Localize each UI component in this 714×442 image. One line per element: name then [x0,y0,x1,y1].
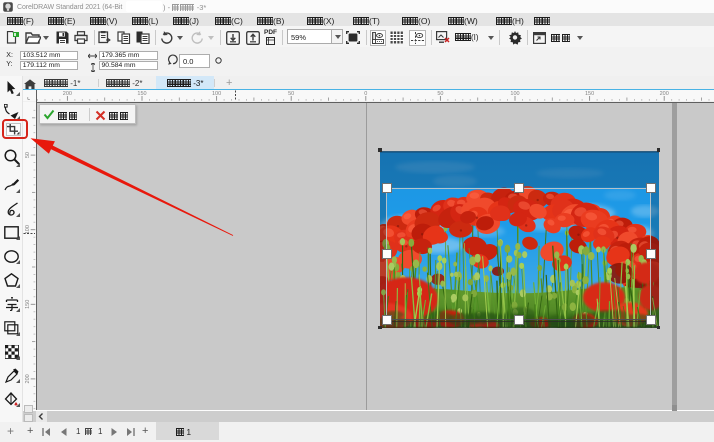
svg-text:200: 200 [660,91,669,97]
svg-text:50: 50 [25,152,31,158]
svg-text:150: 150 [585,91,594,97]
svg-text:100: 100 [25,225,31,234]
svg-text:0: 0 [364,91,367,97]
svg-text:150: 150 [137,91,146,97]
svg-text:50: 50 [288,91,294,97]
svg-text:200: 200 [63,91,72,97]
svg-text:100: 100 [510,91,519,97]
svg-text:200: 200 [25,374,31,383]
svg-text:150: 150 [25,300,31,309]
svg-text:50: 50 [437,91,443,97]
svg-text:100: 100 [212,91,221,97]
